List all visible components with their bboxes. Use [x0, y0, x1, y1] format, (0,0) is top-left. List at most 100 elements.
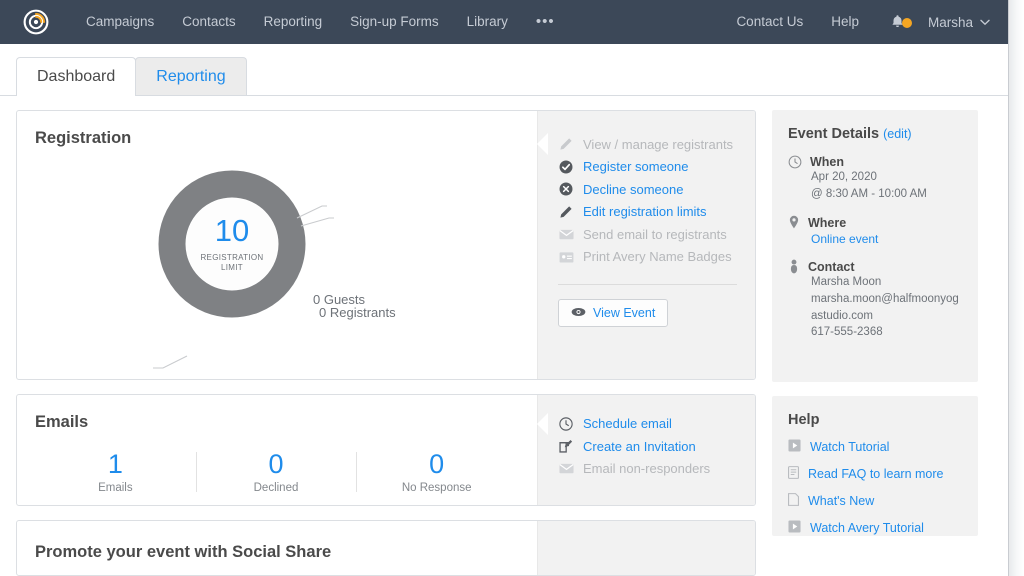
help-link-watch-avery-tutorial[interactable]: Watch Avery Tutorial: [788, 520, 962, 536]
stat-value: 0: [429, 448, 445, 479]
donut-label-registrants: 0 Registrants: [319, 305, 396, 320]
play-video-icon: [788, 439, 801, 455]
when-time: @ 8:30 AM - 10:00 AM: [811, 187, 927, 200]
nav-item-help[interactable]: Help: [817, 0, 873, 44]
pencil-icon: [558, 204, 574, 220]
nav-overflow-menu-icon[interactable]: •••: [522, 0, 569, 44]
action-create-invitation[interactable]: Create an Invitation: [558, 435, 741, 458]
stat-no-response: 0 No Response: [356, 448, 517, 495]
compose-icon: [558, 438, 574, 454]
nav-item-contact-us[interactable]: Contact Us: [722, 0, 817, 44]
name-badge-icon: [558, 249, 574, 265]
person-icon: [790, 260, 798, 274]
when-heading: When: [810, 155, 845, 169]
nav-item-contacts[interactable]: Contacts: [168, 0, 249, 44]
tab-dashboard[interactable]: Dashboard: [16, 57, 137, 96]
contact-email-line2: astudio.com: [811, 309, 874, 322]
contact-name: Marsha Moon: [811, 276, 882, 289]
emails-card: Emails 1 Emails 0 Declined 0 No Response: [16, 393, 756, 507]
primary-nav-items: Campaigns Contacts Reporting Sign-up For…: [72, 0, 569, 44]
action-decline-someone[interactable]: Decline someone: [558, 178, 741, 201]
action-schedule-email[interactable]: Schedule email: [558, 413, 741, 436]
notification-badge-dot: [901, 18, 912, 28]
event-details-title: Event Details (edit): [788, 126, 962, 142]
eye-icon: [571, 306, 586, 320]
emails-title: Emails: [35, 412, 89, 431]
stat-label: Emails: [98, 482, 133, 495]
constant-contact-spiral-logo-icon: [23, 9, 49, 35]
where-heading: Where: [808, 215, 847, 230]
panel-notch-icon: [537, 133, 548, 155]
tab-reporting[interactable]: Reporting: [135, 57, 247, 95]
secondary-nav-items: Contact Us Help Marsha: [722, 0, 1008, 44]
stat-label: Declined: [253, 482, 299, 495]
user-account-menu[interactable]: Marsha: [922, 15, 990, 30]
action-label: Register someone: [583, 159, 689, 175]
help-box-title: Help: [788, 412, 820, 428]
document-icon: [788, 466, 800, 482]
app-window: Campaigns Contacts Reporting Sign-up For…: [0, 0, 1024, 576]
nav-item-campaigns[interactable]: Campaigns: [72, 0, 168, 44]
action-view-manage-registrants[interactable]: View / manage registrants: [558, 133, 741, 156]
user-name-label: Marsha: [927, 14, 973, 30]
x-circle-icon: [558, 181, 574, 197]
app-logo[interactable]: [0, 9, 72, 35]
event-details-edit-link[interactable]: (edit): [883, 127, 911, 141]
when-date: Apr 20, 2020: [811, 171, 877, 183]
action-label: Decline someone: [583, 181, 684, 197]
notifications-button[interactable]: [873, 0, 922, 44]
action-label: Email non-responders: [583, 461, 711, 477]
action-print-avery-name-badges[interactable]: Print Avery Name Badges: [558, 246, 741, 269]
check-circle-icon: [558, 159, 574, 175]
tab-bar: Dashboard Reporting: [0, 44, 1008, 96]
where-value-link[interactable]: Online event: [811, 232, 962, 246]
map-pin-icon: [789, 216, 799, 229]
action-email-non-responders[interactable]: Email non-responders: [558, 458, 741, 481]
clock-icon: [788, 155, 802, 169]
page-icon: [788, 493, 799, 509]
registration-card-body: Registration 10 REGISTRATION LIMIT 0 Gue…: [17, 111, 537, 379]
page-right-rail: [1008, 0, 1024, 576]
contact-row: Contact: [788, 259, 962, 274]
emails-card-body: Emails 1 Emails 0 Declined 0 No Response: [17, 395, 537, 506]
action-label: Create an Invitation: [583, 438, 696, 454]
rail-shade: [1009, 0, 1024, 576]
envelope-icon: [558, 226, 574, 242]
emails-actions-panel: Schedule email Create an Invitation Emai…: [537, 394, 755, 506]
page-content: Registration 10 REGISTRATION LIMIT 0 Gue…: [0, 96, 1008, 576]
action-register-someone[interactable]: Register someone: [558, 156, 741, 179]
chevron-down-icon: [980, 19, 990, 25]
main-column: Registration 10 REGISTRATION LIMIT 0 Gue…: [16, 110, 756, 576]
stat-label: No Response: [401, 482, 472, 495]
contact-phone: 617-555-2368: [811, 326, 883, 339]
social-share-card: Promote your event with Social Share: [16, 520, 756, 576]
view-event-label: View Event: [593, 306, 656, 320]
nav-item-signup-forms[interactable]: Sign-up Forms: [336, 0, 453, 44]
top-navigation-bar: Campaigns Contacts Reporting Sign-up For…: [0, 0, 1008, 44]
when-row: When: [788, 155, 962, 169]
view-event-button[interactable]: View Event: [558, 299, 669, 327]
contact-heading: Contact: [808, 259, 855, 274]
help-link-label: Watch Avery Tutorial: [810, 521, 924, 535]
social-share-actions-panel: [537, 521, 755, 575]
help-link-label: What's New: [808, 494, 875, 508]
sidebar-column: Event Details (edit) When Apr 20, 2020 @…: [772, 110, 978, 576]
social-share-title: Promote your event with Social Share: [35, 543, 332, 562]
action-label: Edit registration limits: [583, 204, 707, 220]
play-video-icon: [788, 520, 801, 536]
action-send-email-to-registrants[interactable]: Send email to registrants: [558, 223, 741, 246]
help-link-label: Read FAQ to learn more: [808, 467, 944, 481]
help-link-read-faq[interactable]: Read FAQ to learn more: [788, 466, 962, 482]
action-label: Schedule email: [583, 416, 672, 432]
action-edit-registration-limits[interactable]: Edit registration limits: [558, 201, 741, 224]
help-link-watch-tutorial[interactable]: Watch Tutorial: [788, 439, 962, 455]
help-link-label: Watch Tutorial: [810, 440, 890, 454]
stat-value: 0: [268, 448, 284, 479]
nav-item-library[interactable]: Library: [453, 0, 522, 44]
registration-actions-panel: View / manage registrants Register someo…: [537, 111, 755, 379]
pencil-icon: [558, 136, 574, 152]
registration-card: Registration 10 REGISTRATION LIMIT 0 Gue…: [16, 110, 756, 380]
nav-item-reporting[interactable]: Reporting: [250, 0, 337, 44]
help-link-whats-new[interactable]: What's New: [788, 493, 962, 509]
emails-stats: 1 Emails 0 Declined 0 No Response: [35, 448, 517, 495]
